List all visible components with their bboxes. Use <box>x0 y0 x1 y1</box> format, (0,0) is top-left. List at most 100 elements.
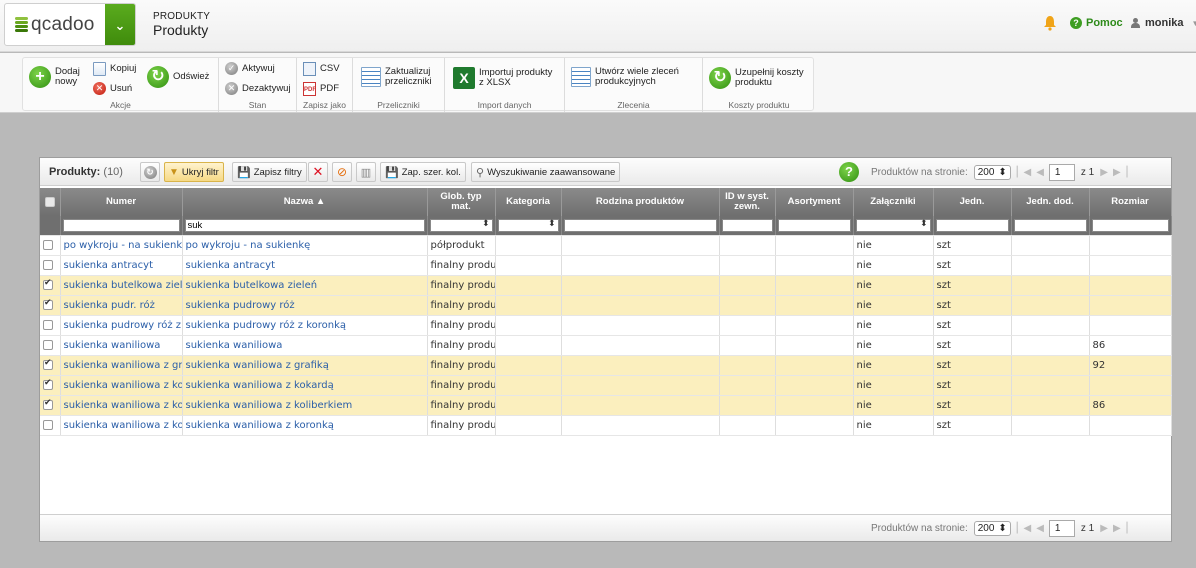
help-icon[interactable]: ? <box>839 162 859 182</box>
product-number-link[interactable]: sukienka pudrowy róż z koronką <box>64 320 182 331</box>
table-row[interactable]: sukienka butelkowa zieleń sukienka butelk… <box>40 275 1172 296</box>
column-header-rozmiar[interactable]: Rozmiar <box>1089 188 1172 216</box>
column-header-rodzina[interactable]: Rodzina produktów <box>561 188 720 216</box>
row-checkbox[interactable] <box>43 378 53 390</box>
copy-button[interactable]: Kopiuj <box>93 62 136 76</box>
column-header-numer[interactable]: Numer <box>60 188 183 216</box>
first-page-icon[interactable]: ▏◀ <box>1017 167 1031 178</box>
product-name-link[interactable]: sukienka waniliowa <box>186 340 283 351</box>
last-page-icon[interactable]: ▶▕ <box>1113 167 1127 178</box>
product-number-link[interactable]: sukienka butelkowa zieleń <box>64 280 182 291</box>
product-number-link[interactable]: sukienka waniliowa z kokardą <box>64 380 182 391</box>
column-header-glob-typ[interactable]: Glob. typ mat. <box>427 188 496 216</box>
table-row[interactable]: sukienka waniliowa z koronką sukienka wan… <box>40 415 1172 436</box>
row-checkbox[interactable] <box>43 298 53 310</box>
column-header-id-zewn[interactable]: ID w syst. zewn. <box>719 188 776 216</box>
refresh-button[interactable]: ↻ Odśwież <box>147 66 209 88</box>
clear-filters-button[interactable]: ✕ <box>308 162 328 182</box>
bell-icon[interactable] <box>1043 15 1057 31</box>
cancel-button[interactable]: ⊘ <box>332 162 352 182</box>
table-row[interactable]: sukienka waniliowa z kokardą sukienka wan… <box>40 375 1172 396</box>
row-checkbox[interactable] <box>43 259 53 270</box>
filter-type-select[interactable] <box>429 218 493 232</box>
product-name-link[interactable]: po wykroju - na sukienkę <box>186 240 311 251</box>
table-row[interactable]: sukienka waniliowa z koliberkiem sukienka… <box>40 395 1172 416</box>
per-page-select[interactable]: 200 ⬍ <box>973 165 1011 180</box>
product-name-link[interactable]: sukienka waniliowa z kokardą <box>186 380 334 391</box>
product-name-link[interactable]: sukienka antracyt <box>186 260 276 271</box>
filter-assortment-input[interactable] <box>777 218 851 232</box>
product-number-link[interactable]: sukienka waniliowa z koronką <box>64 420 182 431</box>
save-column-width-button[interactable]: 💾 Zap. szer. kol. <box>380 162 466 182</box>
logo-menu[interactable]: qcadoo ⌄ <box>4 3 136 46</box>
column-header-asortyment[interactable]: Asortyment <box>775 188 854 216</box>
user-menu[interactable]: monika ▼ <box>1131 17 1196 29</box>
pdf-button[interactable]: PDF PDF <box>303 82 339 96</box>
row-checkbox[interactable] <box>43 398 53 410</box>
product-number-link[interactable]: sukienka waniliowa <box>64 340 161 351</box>
save-filters-button[interactable]: 💾 Zapisz filtry <box>232 162 307 182</box>
update-converters-button[interactable]: Zaktualizuj przeliczniki <box>361 67 441 87</box>
column-header-kategoria[interactable]: Kategoria <box>495 188 562 216</box>
create-orders-button[interactable]: Utwórz wiele zleceń produkcyjnych <box>571 67 695 87</box>
product-number-link[interactable]: sukienka waniliowa z grafiką <box>64 360 182 371</box>
product-name-link[interactable]: sukienka pudrowy róż z koronką <box>186 320 347 331</box>
table-row[interactable]: po wykroju - na sukienkę po wykroju - na … <box>40 235 1172 256</box>
hide-filter-button[interactable]: ▼ Ukryj filtr <box>164 162 224 182</box>
deactivate-button[interactable]: ✕ Dezaktywuj <box>225 82 291 95</box>
page-input[interactable]: 1 <box>1048 164 1075 181</box>
table-row[interactable]: sukienka antracyt sukienka antracyt finaln… <box>40 255 1172 276</box>
select-all-checkbox[interactable] <box>44 196 55 207</box>
filter-add-unit-input[interactable] <box>1013 218 1087 232</box>
column-header-jedn[interactable]: Jedn. <box>933 188 1012 216</box>
help-link[interactable]: ? Pomoc <box>1070 17 1123 29</box>
table-row[interactable]: sukienka pudrowy róż z koronką sukienka p… <box>40 315 1172 336</box>
product-name-link[interactable]: sukienka waniliowa z grafiką <box>186 360 329 371</box>
row-checkbox[interactable] <box>43 339 53 350</box>
fill-costs-button[interactable]: ↻ Uzupełnij koszty produktu <box>709 67 811 89</box>
filter-family-input[interactable] <box>563 218 717 232</box>
product-number-link[interactable]: sukienka waniliowa z koliberkiem <box>64 400 182 411</box>
filter-external-id-input[interactable] <box>721 218 773 232</box>
first-page-icon[interactable]: ▏◀ <box>1017 523 1031 534</box>
row-checkbox[interactable] <box>43 278 53 290</box>
page-input[interactable]: 1 <box>1048 520 1075 537</box>
column-header-zalaczniki[interactable]: Załączniki <box>853 188 934 216</box>
prev-page-icon[interactable]: ◀ <box>1036 167 1044 178</box>
row-checkbox[interactable] <box>43 319 53 330</box>
select-all-header[interactable] <box>40 188 61 216</box>
advanced-search-button[interactable]: ⚲ Wyszukiwanie zaawansowane <box>471 162 621 182</box>
table-row[interactable]: sukienka waniliowa sukienka waniliowa fina… <box>40 335 1172 356</box>
product-name-link[interactable]: sukienka waniliowa z koronką <box>186 420 334 431</box>
filter-size-input[interactable] <box>1091 218 1169 232</box>
last-page-icon[interactable]: ▶▕ <box>1113 523 1127 534</box>
add-new-button[interactable]: + Dodaj nowy <box>29 66 87 88</box>
column-header-nazwa[interactable]: Nazwa ▲ <box>182 188 428 216</box>
chevron-down-icon[interactable]: ⌄ <box>105 4 135 45</box>
row-checkbox[interactable] <box>43 358 53 370</box>
product-number-link[interactable]: sukienka pudr. róż <box>64 300 155 311</box>
table-row[interactable]: sukienka pudr. róż sukienka pudrowy róż fi… <box>40 295 1172 316</box>
column-header-jedn-dod[interactable]: Jedn. dod. <box>1011 188 1090 216</box>
csv-button[interactable]: CSV <box>303 62 340 76</box>
prev-page-icon[interactable]: ◀ <box>1036 523 1044 534</box>
row-checkbox[interactable] <box>43 239 53 250</box>
import-xlsx-button[interactable]: X Importuj produkty z XLSX <box>453 67 559 89</box>
per-page-select[interactable]: 200 ⬍ <box>973 521 1011 536</box>
activate-filter-button[interactable]: ↻ <box>140 162 160 182</box>
filter-attachments-select[interactable] <box>855 218 931 232</box>
table-row[interactable]: sukienka waniliowa z grafiką sukienka wan… <box>40 355 1172 376</box>
product-name-link[interactable]: sukienka waniliowa z koliberkiem <box>186 400 353 411</box>
row-checkbox[interactable] <box>43 419 53 430</box>
columns-button[interactable]: ▥ <box>356 162 376 182</box>
filter-category-select[interactable] <box>497 218 559 232</box>
delete-button[interactable]: ✕ Usuń <box>93 82 132 95</box>
filter-nazwa-input[interactable] <box>184 218 425 232</box>
filter-numer-input[interactable] <box>62 218 180 232</box>
product-name-link[interactable]: sukienka butelkowa zieleń <box>186 280 318 291</box>
product-number-link[interactable]: po wykroju - na sukienkę <box>64 240 182 251</box>
next-page-icon[interactable]: ▶ <box>1100 167 1108 178</box>
filter-unit-input[interactable] <box>935 218 1009 232</box>
activate-button[interactable]: ✓ Aktywuj <box>225 62 275 75</box>
product-name-link[interactable]: sukienka pudrowy róż <box>186 300 295 311</box>
